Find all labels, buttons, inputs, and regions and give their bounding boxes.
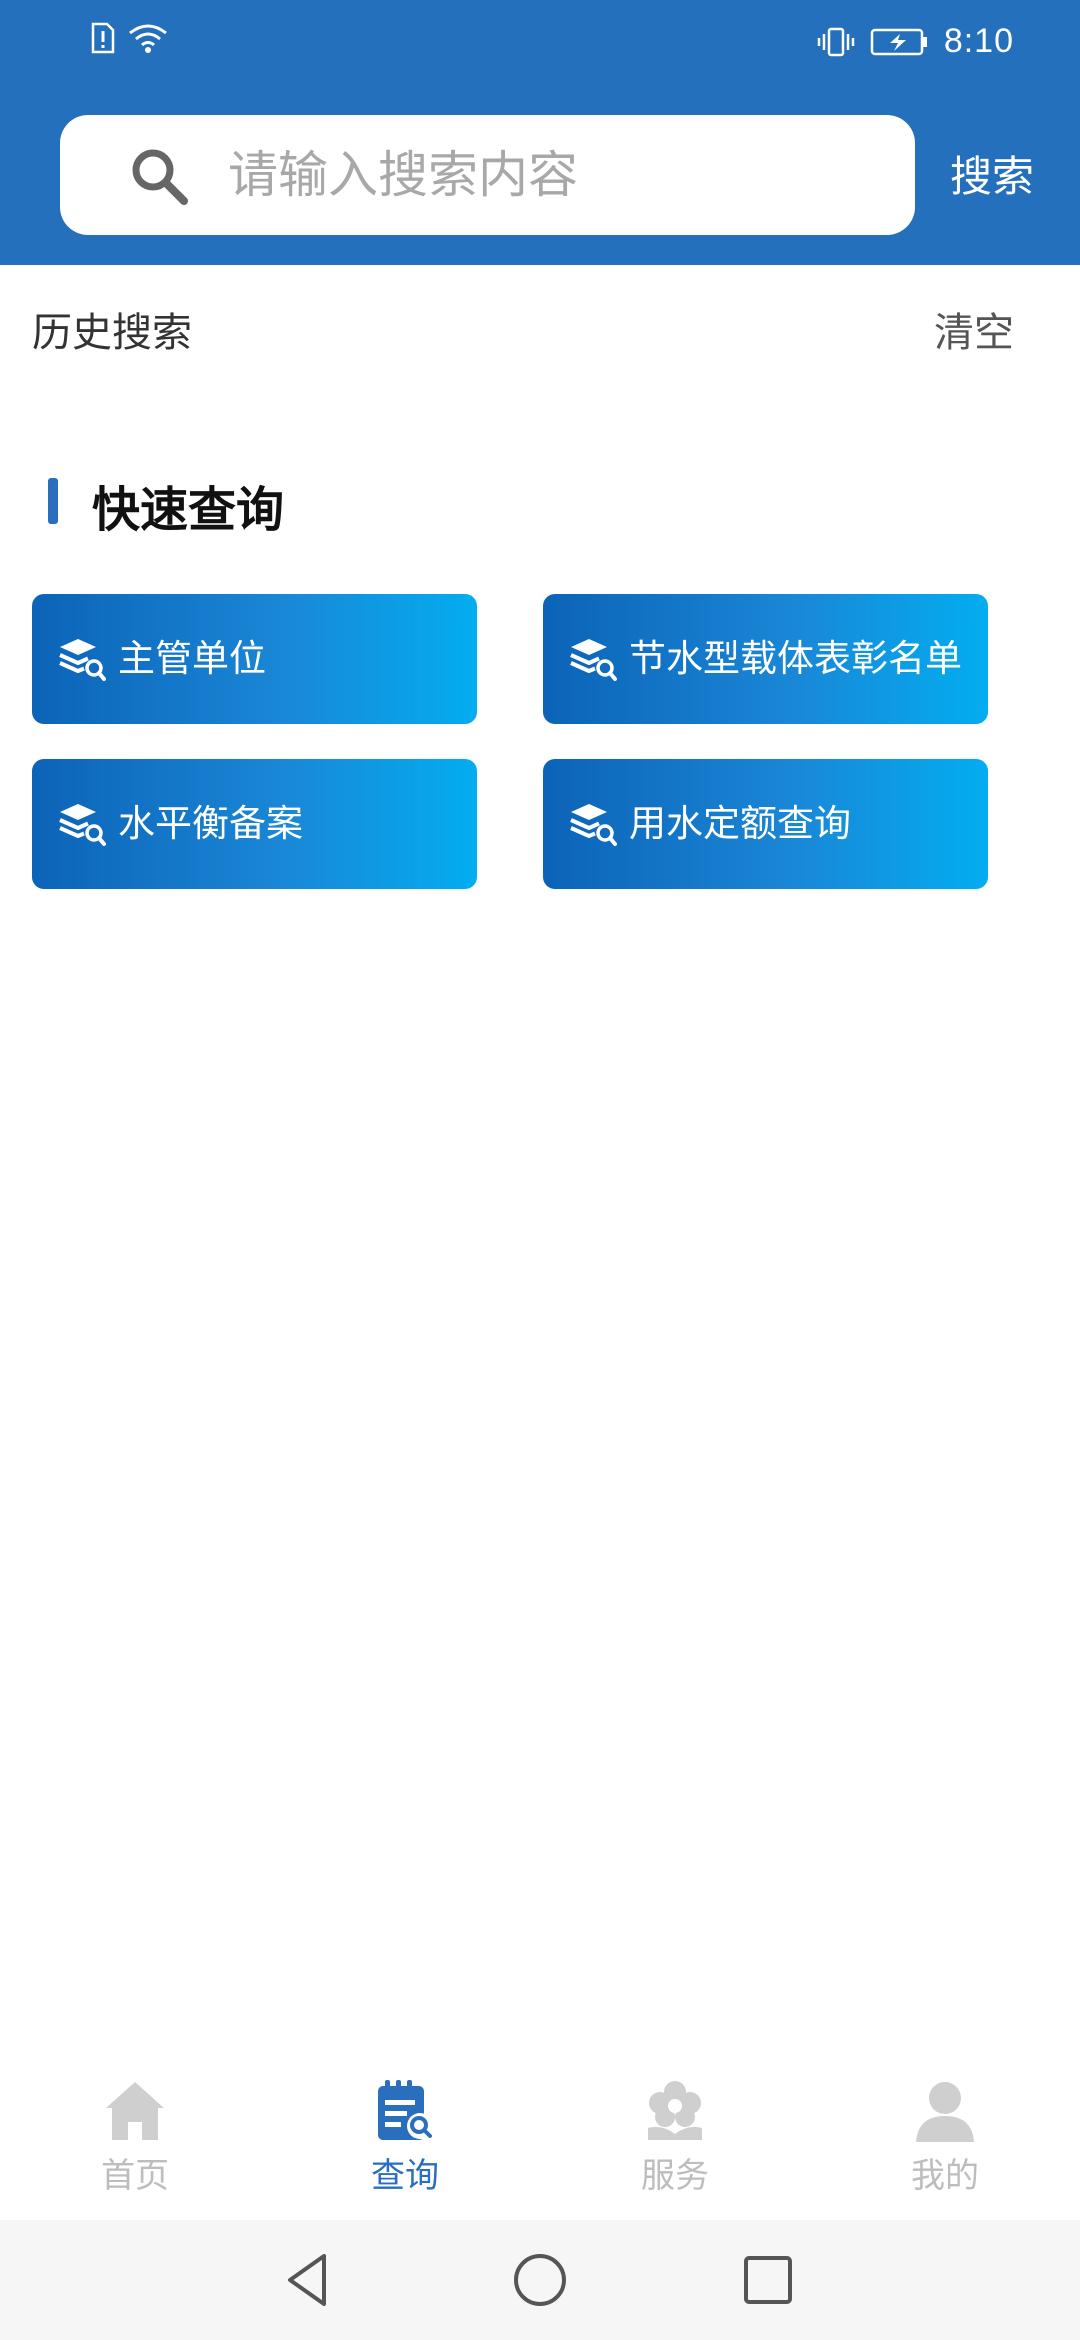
layers-search-icon	[570, 639, 617, 681]
history-title: 历史搜索	[32, 310, 192, 356]
battery-charging-icon	[870, 28, 927, 55]
status-right: 8:10	[816, 22, 1014, 61]
status-left	[90, 22, 168, 54]
quick-query-button-water-balance[interactable]: 水平衡备案	[32, 759, 477, 889]
nav-item-home[interactable]: 首页	[35, 2078, 235, 2208]
nav-item-query[interactable]: 查询	[305, 2078, 505, 2208]
quick-query-label: 节水型载体表彰名单	[629, 637, 962, 680]
section-accent-bar	[48, 478, 58, 524]
back-icon[interactable]	[278, 2250, 338, 2310]
layers-search-icon	[59, 804, 106, 846]
layers-search-icon	[59, 639, 106, 681]
search-icon	[132, 149, 188, 205]
quick-query-label: 主管单位	[118, 637, 266, 680]
header: 8:10 搜索	[0, 0, 1080, 265]
quick-query-button-water-quota[interactable]: 用水定额查询	[543, 759, 988, 889]
nav-label: 服务	[641, 2156, 709, 2196]
flower-service-icon	[648, 2081, 702, 2140]
nav-label: 首页	[101, 2156, 169, 2196]
quick-query-button-authority[interactable]: 主管单位	[32, 594, 477, 724]
home-icon	[106, 2082, 164, 2140]
nav-item-mine[interactable]: 我的	[845, 2078, 1045, 2208]
clear-history-button[interactable]: 清空	[934, 300, 1014, 358]
user-icon	[916, 2082, 974, 2142]
nav-item-service[interactable]: 服务	[575, 2078, 775, 2208]
search-box[interactable]	[60, 115, 915, 235]
layers-search-icon	[570, 804, 617, 846]
quick-query-label: 用水定额查询	[629, 802, 851, 845]
alert-sim-icon	[91, 22, 115, 54]
recent-apps-icon[interactable]	[738, 2250, 798, 2310]
quick-query-label: 水平衡备案	[118, 802, 303, 845]
nav-label: 查询	[371, 2156, 439, 2196]
search-input[interactable]	[228, 133, 888, 217]
wifi-icon	[129, 24, 167, 53]
status-bar: 8:10	[0, 0, 1080, 84]
vibrate-icon	[817, 27, 855, 56]
system-nav-bar	[0, 2220, 1080, 2340]
quick-query-button-water-saving-list[interactable]: 节水型载体表彰名单	[543, 594, 988, 724]
status-time: 8:10	[943, 22, 1014, 60]
search-button[interactable]: 搜索	[950, 142, 1034, 212]
nav-label: 我的	[911, 2156, 979, 2196]
query-page: 8:10 搜索 历史搜索 清空 快速查询 主管单位	[0, 0, 1080, 2340]
query-document-icon	[378, 2080, 433, 2140]
quick-query-title: 快速查询	[92, 482, 285, 538]
bottom-nav: 首页 查询 服务 我的	[0, 2060, 1080, 2220]
home-circle-icon[interactable]	[510, 2250, 570, 2310]
